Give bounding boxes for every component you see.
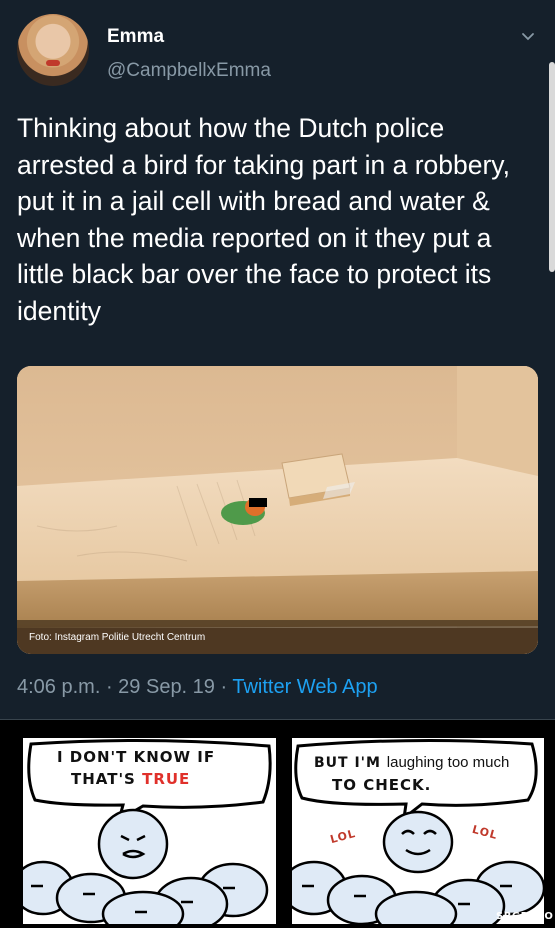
tweet-date[interactable]: 29 Sep. 19	[118, 676, 215, 698]
photo-caption: Foto: Instagram Politie Utrecht Centrum	[29, 632, 205, 643]
tweet-meta: 4:06 p.m. · 29 Sep. 19 · Twitter Web App	[17, 676, 378, 699]
comic-right-line1: BUT I'M laughing too much	[314, 754, 509, 771]
meta-separator: ·	[214, 676, 233, 698]
tweet-source-app[interactable]: Twitter Web App	[232, 676, 377, 698]
comic-right-line1-a: BUT I'M	[314, 755, 387, 771]
comic-right-laughing: laughing too much	[386, 754, 510, 771]
tweet-photo[interactable]: Foto: Instagram Politie Utrecht Centrum	[17, 366, 538, 654]
jail-cell-photo: Foto: Instagram Politie Utrecht Centrum	[17, 366, 538, 654]
avatar[interactable]	[17, 14, 89, 86]
handle[interactable]: @CampbellxEmma	[107, 60, 271, 82]
comic-left-line1: I DON'T KNOW IF	[57, 748, 216, 766]
chevron-down-icon[interactable]	[520, 28, 536, 44]
comic-left-true: TRUE	[142, 770, 191, 788]
comic-left-line2: THAT'S TRUE	[71, 770, 190, 788]
scrollbar[interactable]	[549, 62, 555, 272]
tweet: Emma @CampbellxEmma Thinking about how t…	[0, 0, 555, 720]
comic-strip: I DON'T KNOW IF THAT'S TRUE BUT I'M laug…	[0, 720, 555, 928]
comic-panel-left: I DON'T KNOW IF THAT'S TRUE	[23, 738, 276, 924]
comic-credit: SRGRAFO	[496, 911, 554, 922]
meta-separator: ·	[100, 676, 119, 698]
display-name[interactable]: Emma	[107, 26, 164, 48]
comic-left-line2-a: THAT'S	[71, 770, 143, 788]
tweet-time[interactable]: 4:06 p.m.	[17, 676, 100, 698]
comic-panel-right: BUT I'M laughing too much TO CHECK. LOL …	[292, 738, 544, 924]
tweet-text: Thinking about how the Dutch police arre…	[17, 113, 510, 326]
comic-right-line2: TO CHECK.	[332, 776, 432, 794]
